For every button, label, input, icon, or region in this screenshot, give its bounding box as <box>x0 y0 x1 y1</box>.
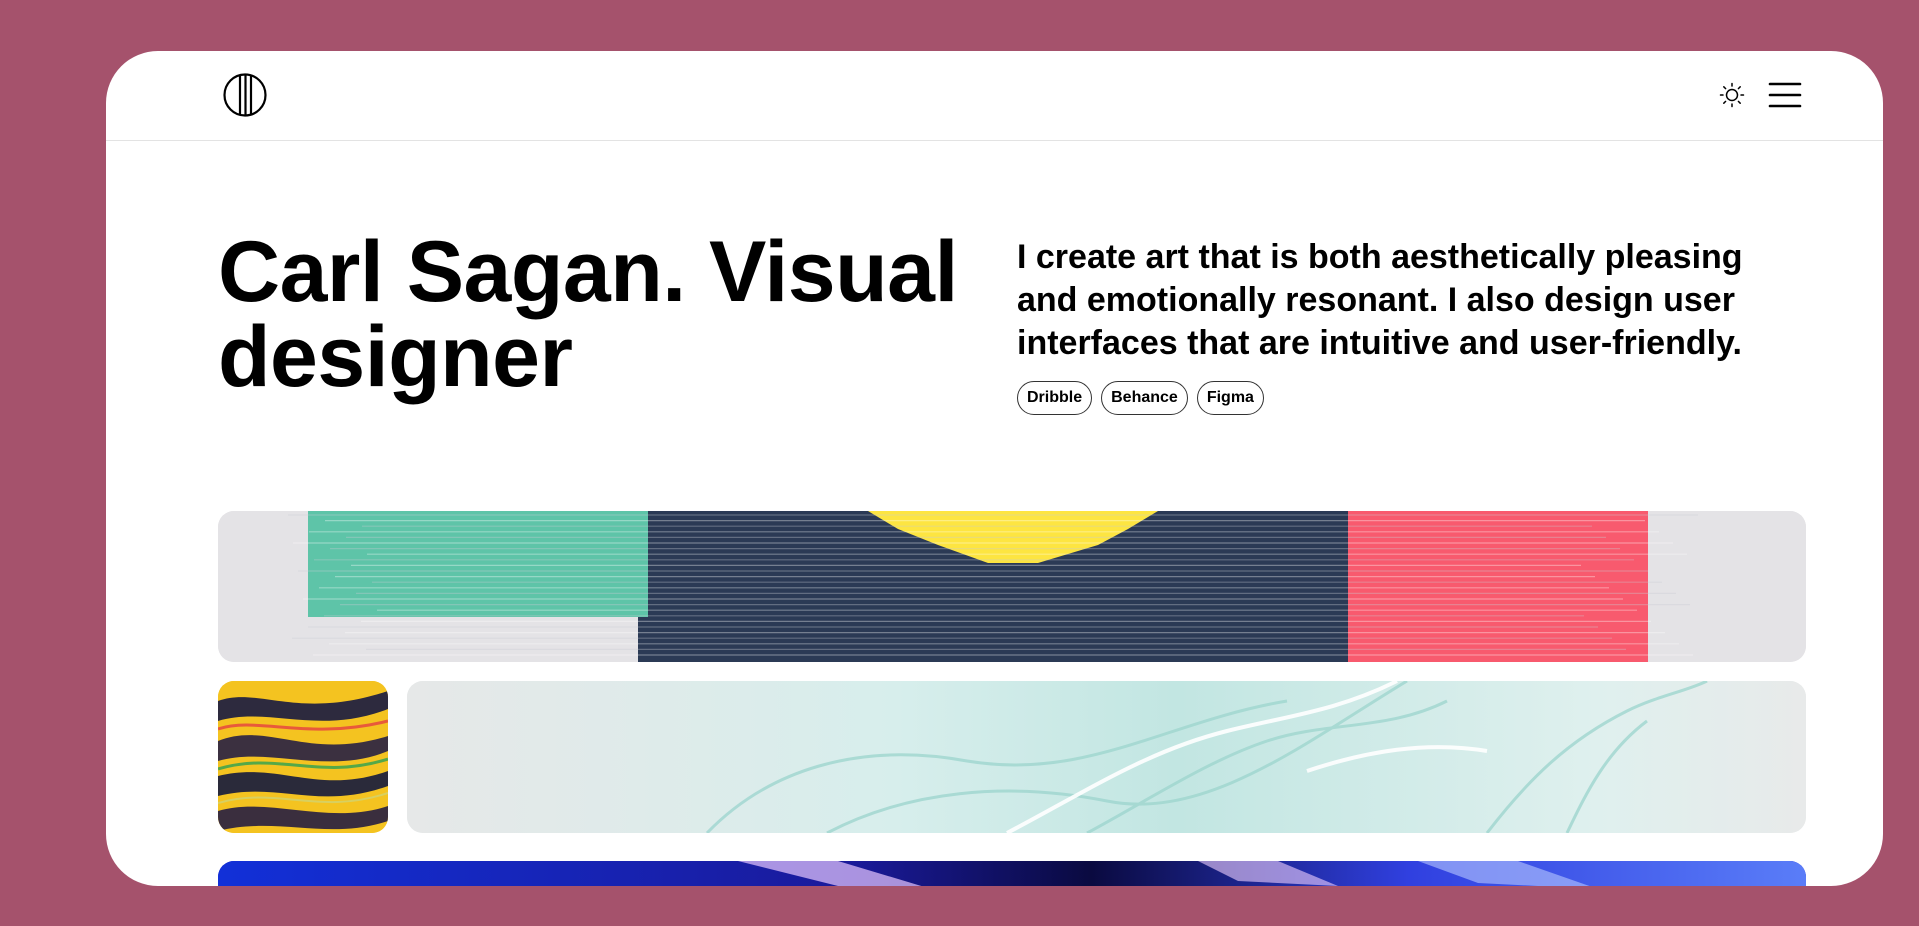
artwork-marble-thumbnail[interactable] <box>218 681 388 833</box>
tag-behance[interactable]: Behance <box>1101 381 1188 415</box>
site-header <box>106 51 1883 141</box>
tag-dribble[interactable]: Dribble <box>1017 381 1093 415</box>
hamburger-menu-icon[interactable] <box>1768 80 1802 110</box>
artwork-glass-swirl-image[interactable] <box>407 681 1806 833</box>
hero-title: Carl Sagan. Visual designer <box>218 224 958 405</box>
social-tags: Dribble Behance Figma <box>1017 381 1264 415</box>
site-window: Carl Sagan. Visual designer I create art… <box>106 51 1883 886</box>
circle-stripes-logo-icon[interactable] <box>223 73 267 117</box>
artwork-streaks-image[interactable] <box>218 511 1806 662</box>
hero-description: I create art that is both aesthetically … <box>1017 238 1743 362</box>
sun-icon[interactable] <box>1719 82 1745 108</box>
tag-figma[interactable]: Figma <box>1196 381 1264 415</box>
artwork-blue-abstract-image[interactable] <box>218 861 1806 886</box>
